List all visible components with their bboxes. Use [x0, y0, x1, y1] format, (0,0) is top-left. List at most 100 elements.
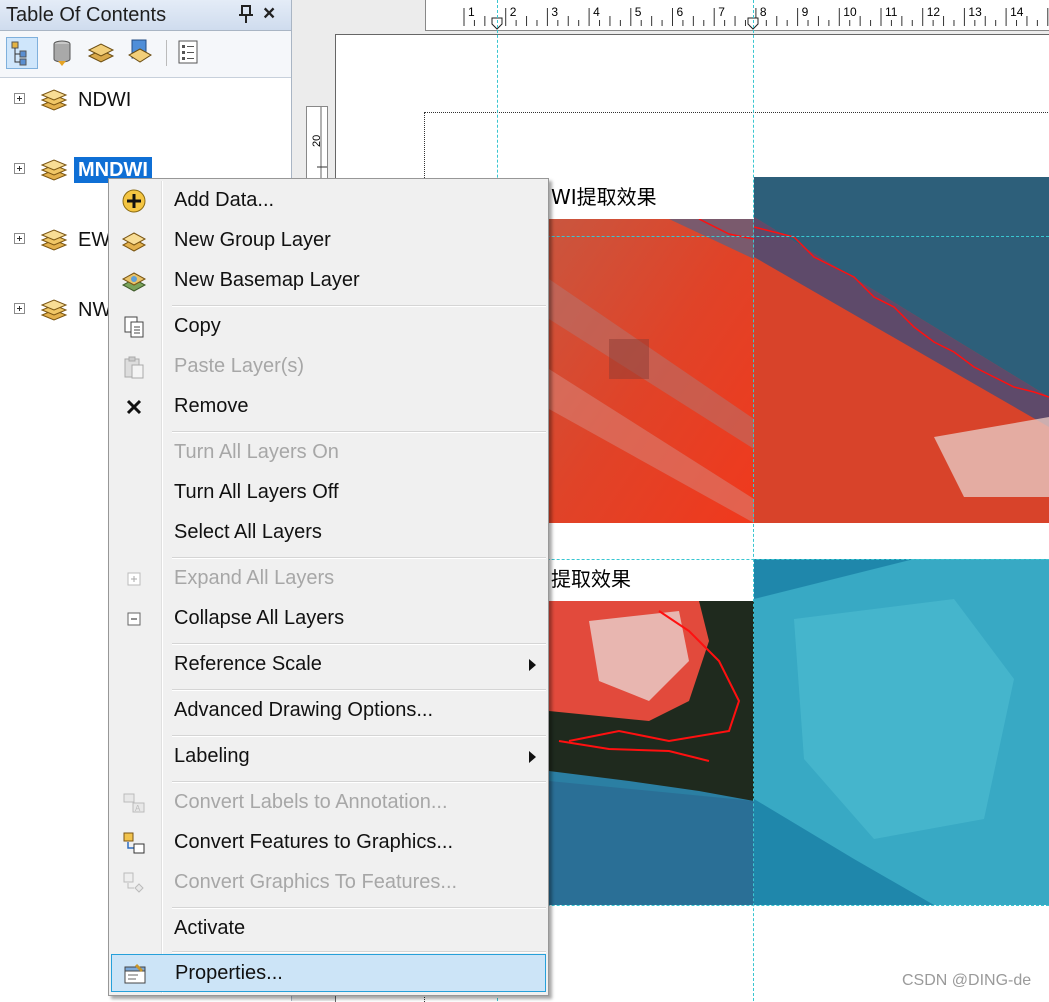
- menu-item-add-data[interactable]: Add Data...: [111, 182, 546, 220]
- convert-features-icon: [123, 832, 145, 854]
- close-icon[interactable]: ×: [263, 2, 275, 26]
- menu-item-label: Copy: [174, 315, 221, 337]
- properties-icon: [124, 963, 146, 984]
- menu-item-new-group-layer[interactable]: New Group Layer: [111, 222, 546, 260]
- menu-item-label: New Basemap Layer: [174, 269, 360, 291]
- ruler-number: 8: [760, 5, 767, 19]
- menu-item-remove[interactable]: Remove: [111, 388, 546, 426]
- ruler-number: 4: [593, 5, 600, 19]
- menu-separator: [172, 305, 546, 307]
- menu-item-label: Select All Layers: [174, 521, 322, 543]
- map2-title: 提取效果: [549, 562, 754, 600]
- expand-icon[interactable]: [14, 93, 25, 104]
- list-by-drawing-order-icon[interactable]: [6, 37, 38, 69]
- map2-left-image: [549, 601, 754, 905]
- menu-item-properties[interactable]: Properties...: [111, 954, 546, 992]
- menu-separator: [172, 689, 546, 691]
- menu-item-expand-all-layers[interactable]: Expand All Layers: [111, 560, 546, 598]
- add-data-icon: [122, 189, 146, 213]
- expand-icon[interactable]: [14, 163, 25, 174]
- menu-item-turn-all-layers-off[interactable]: Turn All Layers Off: [111, 474, 546, 512]
- new-basemap-layer-icon: [121, 272, 147, 292]
- menu-item-convert-features-to-graphics[interactable]: Convert Features to Graphics...: [111, 824, 546, 862]
- menu-item-turn-all-layers-on[interactable]: Turn All Layers On: [111, 434, 546, 472]
- menu-item-activate[interactable]: Activate: [111, 910, 546, 948]
- menu-item-collapse-all-layers[interactable]: Collapse All Layers: [111, 600, 546, 638]
- expand-icon[interactable]: [14, 233, 25, 244]
- menu-item-label: Add Data...: [174, 189, 275, 211]
- ruler-ticks: 1 2 3 4 5 6 7 8 9 10 11 12 13 14: [463, 5, 1049, 30]
- menu-item-label: Collapse All Layers: [174, 607, 345, 629]
- ruler-v-label: 20: [311, 135, 323, 147]
- menu-item-convert-labels-to-annotation[interactable]: A Convert Labels to Annotation...: [111, 784, 546, 822]
- menu-item-label: Turn All Layers On: [174, 441, 339, 463]
- ruler-number: 11: [885, 5, 898, 19]
- menu-item-paste-layers[interactable]: Paste Layer(s): [111, 348, 546, 386]
- copy-icon: [124, 316, 144, 338]
- menu-item-labeling[interactable]: Labeling: [111, 738, 546, 776]
- pin-icon[interactable]: [238, 4, 254, 29]
- new-group-layer-icon: [121, 232, 147, 252]
- svg-text:A: A: [135, 804, 141, 813]
- list-by-selection-icon[interactable]: [125, 37, 157, 69]
- menu-separator: [172, 781, 546, 783]
- toc-title-bar: Table Of Contents ×: [0, 0, 291, 31]
- ruler-number: 10: [843, 5, 857, 19]
- submenu-arrow-icon: [529, 751, 536, 763]
- watermark: CSDN @DING-de: [902, 972, 1032, 989]
- ruler-number: 1: [468, 5, 475, 19]
- list-by-visibility-icon[interactable]: [86, 37, 118, 69]
- ruler-number: 14: [1010, 5, 1024, 19]
- menu-item-copy[interactable]: Copy: [111, 308, 546, 346]
- remove-icon: [126, 399, 142, 415]
- menu-item-label: Convert Graphics To Features...: [174, 871, 458, 893]
- menu-item-label: Convert Features to Graphics...: [174, 831, 454, 853]
- menu-item-label: Activate: [174, 917, 246, 939]
- horizontal-ruler: 1 2 3 4 5 6 7 8 9 10 11 12 13 14: [425, 0, 1049, 31]
- options-icon[interactable]: [173, 37, 205, 69]
- menu-item-label: Remove: [174, 395, 249, 417]
- menu-item-new-basemap-layer[interactable]: New Basemap Layer: [111, 262, 546, 300]
- layer-item-ndwi[interactable]: NDWI: [0, 86, 291, 114]
- menu-separator: [172, 735, 546, 737]
- ruler-number: 7: [718, 5, 725, 19]
- menu-item-label: Paste Layer(s): [174, 355, 305, 377]
- menu-item-label: Reference Scale: [174, 653, 322, 675]
- map1-right-image: [754, 177, 1049, 523]
- ruler-number: 5: [635, 5, 642, 19]
- layer-context-menu: Add Data... New Group Layer New Basemap …: [108, 178, 549, 996]
- guide-line[interactable]: [753, 0, 754, 1001]
- ruler-number: 9: [802, 5, 809, 19]
- toc-title: Table Of Contents: [6, 4, 167, 26]
- menu-separator: [172, 907, 546, 909]
- menu-item-convert-graphics-to-features[interactable]: Convert Graphics To Features...: [111, 864, 546, 902]
- menu-item-select-all-layers[interactable]: Select All Layers: [111, 514, 546, 552]
- toolbar-separator: [166, 40, 167, 66]
- ruler-number: 13: [968, 5, 982, 19]
- convert-graphics-icon: [123, 872, 144, 893]
- expand-icon[interactable]: [14, 303, 25, 314]
- ruler-number: 2: [510, 5, 517, 19]
- menu-item-advanced-drawing-options[interactable]: Advanced Drawing Options...: [111, 692, 546, 730]
- menu-item-label: Properties...: [175, 962, 283, 984]
- menu-item-label: Advanced Drawing Options...: [174, 699, 434, 721]
- ruler-number: 6: [677, 5, 684, 19]
- convert-labels-icon: A: [123, 793, 145, 813]
- submenu-arrow-icon: [529, 659, 536, 671]
- menu-item-reference-scale[interactable]: Reference Scale: [111, 646, 546, 684]
- map2-right-image: [754, 559, 1049, 905]
- menu-item-label: Convert Labels to Annotation...: [174, 791, 448, 813]
- toc-toolbar: [0, 31, 291, 78]
- paste-icon: [124, 356, 144, 379]
- layer-group-icon: [40, 229, 68, 251]
- expand-icon: [127, 572, 141, 586]
- menu-item-label: Turn All Layers Off: [174, 481, 339, 503]
- list-by-source-icon[interactable]: [47, 37, 79, 69]
- menu-separator: [172, 431, 546, 433]
- layer-group-icon: [40, 299, 68, 321]
- menu-item-label: Labeling: [174, 745, 250, 767]
- menu-item-label: New Group Layer: [174, 229, 331, 251]
- menu-item-label: Expand All Layers: [174, 567, 335, 589]
- map1-left-image: [549, 219, 754, 523]
- menu-separator: [172, 951, 546, 953]
